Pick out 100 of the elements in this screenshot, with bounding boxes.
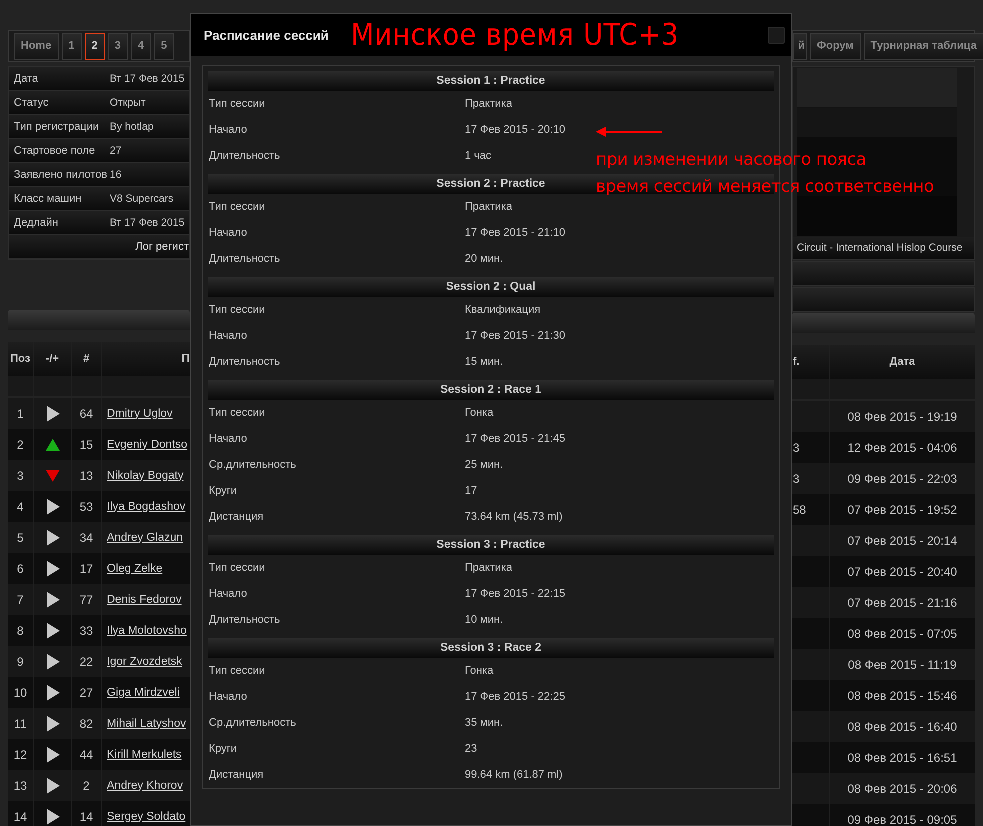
- session-header: Session 3 : Practice: [208, 535, 774, 555]
- nav-button[interactable]: 5: [154, 32, 174, 60]
- session-value: 1 час: [465, 150, 492, 162]
- close-button[interactable]: [768, 26, 785, 44]
- session-value: 17 Фев 2015 - 21:45: [465, 433, 566, 445]
- session-value: Гонка: [465, 665, 494, 677]
- date-cell: 08 Фев 2015 - 19:19: [848, 410, 958, 424]
- nav-button[interactable]: 3: [108, 32, 128, 60]
- session-header: Session 2 : Race 1: [208, 380, 774, 400]
- dialog-title: Расписание сессий: [204, 28, 329, 42]
- session-value: 25 мин.: [465, 459, 504, 471]
- session-label: Начало: [208, 691, 248, 703]
- session-label: Длительность: [208, 150, 282, 162]
- track-name: Circuit - International Hislop Course: [797, 242, 963, 254]
- session-label: Тип сессии: [208, 201, 266, 213]
- column-header: Дата: [888, 355, 916, 370]
- session-label: Ср.длительность: [208, 459, 298, 471]
- driver-link[interactable]: Dmitry Uglov: [107, 408, 173, 420]
- driver-link[interactable]: Igor Zvozdetsk: [107, 656, 182, 668]
- info-label: Стартовое поле: [13, 144, 96, 156]
- session-label: Длительность: [208, 614, 282, 626]
- session-value: 15 мин.: [465, 356, 504, 368]
- driver-link[interactable]: Andrey Khorov: [107, 780, 184, 792]
- session-value: 35 мин.: [465, 717, 504, 729]
- date-cell: 07 Фев 2015 - 20:14: [848, 534, 958, 548]
- driver-link[interactable]: Andrey Glazun: [107, 532, 184, 544]
- session-label: Тип сессии: [208, 562, 266, 574]
- nav-button[interactable]: Home: [14, 32, 59, 60]
- date-cell: 09 Фев 2015 - 22:03: [848, 472, 958, 486]
- session-value: 17 Фев 2015 - 22:25: [465, 691, 566, 703]
- info-label: Класс машин: [13, 192, 83, 204]
- annotation-heading: Минское время UTC+3: [350, 18, 679, 52]
- session-label: Тип сессии: [208, 98, 266, 110]
- arrow-icon: [596, 127, 662, 137]
- nav-button[interactable]: 1: [62, 32, 82, 60]
- date-cell: 07 Фев 2015 - 20:40: [848, 564, 958, 578]
- driver-link[interactable]: Ilya Molotovsho: [107, 624, 187, 636]
- nav-button[interactable]: Форум: [810, 32, 861, 60]
- date-cell: 09 Фев 2015 - 09:05: [848, 812, 958, 826]
- session-value: Практика: [465, 562, 512, 574]
- session-value: Квалификация: [465, 304, 541, 316]
- driver-link[interactable]: Nikolay Bogaty: [107, 470, 184, 482]
- nav-button[interactable]: 2: [84, 32, 105, 60]
- info-value: 16: [110, 168, 122, 180]
- info-value: By hotlap: [110, 120, 154, 132]
- info-value: Вт 17 Фев 2015: [110, 72, 185, 84]
- info-label: Статус: [13, 96, 50, 108]
- table-cell: 58: [793, 502, 806, 516]
- driver-link[interactable]: Mihail Latyshov: [107, 718, 186, 730]
- session-value: 17: [465, 485, 478, 497]
- driver-link[interactable]: Sergey Soldato: [107, 810, 186, 822]
- info-label: Тип регистрации: [13, 120, 100, 132]
- date-cell: 12 Фев 2015 - 04:06: [848, 440, 958, 454]
- session-label: Круги: [208, 485, 238, 497]
- driver-link[interactable]: Denis Fedorov: [107, 594, 182, 606]
- session-label: Начало: [208, 124, 248, 136]
- date-cell: 08 Фев 2015 - 16:51: [848, 750, 958, 764]
- session-value: 17 Фев 2015 - 20:10: [465, 124, 566, 136]
- driver-link[interactable]: Giga Mirdzveli: [107, 686, 180, 698]
- driver-link[interactable]: Ilya Bogdashov: [107, 500, 186, 512]
- driver-link[interactable]: Evgeniy Dontso: [107, 438, 188, 450]
- session-label: Тип сессии: [208, 304, 266, 316]
- column-header: П: [180, 352, 190, 367]
- date-cell: 08 Фев 2015 - 16:40: [848, 720, 958, 734]
- session-label: Дистанция: [208, 511, 265, 523]
- session-value: 73.64 km (45.73 ml): [465, 511, 563, 523]
- position-cell: 14: [8, 801, 34, 826]
- session-label: Начало: [208, 330, 248, 342]
- session-label: Длительность: [208, 356, 282, 368]
- driver-link[interactable]: Kirill Merkulets: [107, 748, 182, 760]
- session-header: Session 3 : Race 2: [208, 638, 774, 658]
- session-value: 99.64 km (61.87 ml): [465, 769, 563, 781]
- date-cell: 08 Фев 2015 - 20:06: [848, 782, 958, 796]
- info-value: 27: [110, 144, 122, 156]
- session-label: Начало: [208, 433, 248, 445]
- date-cell: 08 Фев 2015 - 15:46: [848, 688, 958, 702]
- session-value: 23: [465, 743, 478, 755]
- session-value: 20 мин.: [465, 253, 504, 265]
- session-label: Начало: [208, 227, 248, 239]
- nav-button[interactable]: 4: [130, 32, 152, 60]
- session-header: Session 2 : Qual: [208, 277, 774, 297]
- nav-button[interactable]: Турнирная таблица: [864, 32, 983, 60]
- date-cell: 08 Фев 2015 - 07:05: [848, 626, 958, 640]
- annotation-note: при изменении часового пояса: [596, 149, 868, 172]
- session-value: 17 Фев 2015 - 21:10: [465, 227, 566, 239]
- nav-button[interactable]: й: [793, 32, 807, 60]
- date-cell: 07 Фев 2015 - 21:16: [848, 596, 958, 610]
- date-cell: 08 Фев 2015 - 11:19: [848, 658, 957, 672]
- session-value: Практика: [465, 201, 512, 213]
- session-label: Круги: [208, 743, 238, 755]
- table-cell: 3: [793, 472, 800, 486]
- driver-link[interactable]: Oleg Zelke: [107, 562, 163, 574]
- session-label: Тип сессии: [208, 407, 266, 419]
- info-label: Дата: [13, 72, 40, 84]
- session-value: 10 мин.: [465, 614, 504, 626]
- session-value: Гонка: [465, 407, 494, 419]
- session-value: 17 Фев 2015 - 22:15: [465, 588, 566, 600]
- info-label: Дедлайн: [13, 216, 60, 228]
- session-header: Session 1 : Practice: [208, 71, 774, 91]
- registration-log-link[interactable]: Лог регист: [136, 240, 189, 252]
